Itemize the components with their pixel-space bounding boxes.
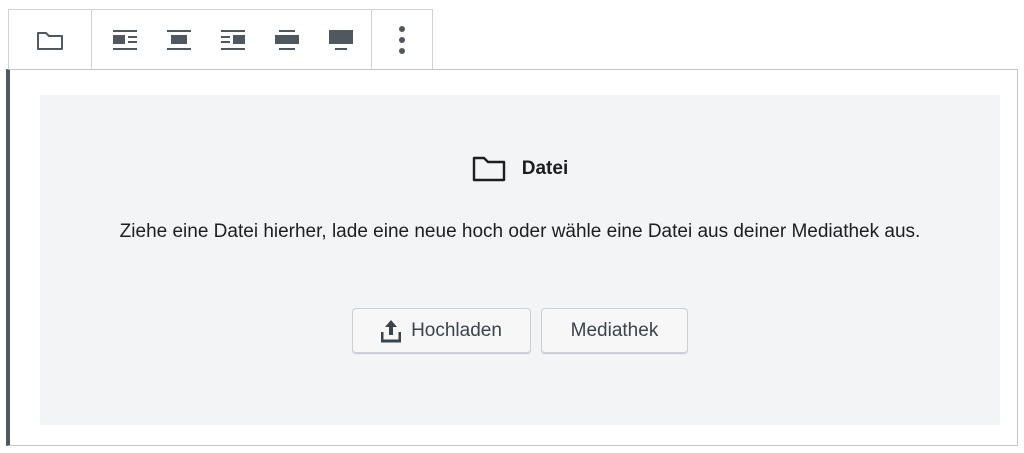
- placeholder-label: Datei: [40, 151, 1000, 187]
- folder-icon: [37, 32, 63, 50]
- block-toolbar: [8, 9, 433, 70]
- block-type-button[interactable]: [32, 22, 68, 58]
- align-right-icon: [221, 30, 245, 50]
- alignment-group: [92, 10, 372, 70]
- placeholder-actions: Hochladen Mediathek: [40, 308, 1000, 354]
- upload-icon: [381, 320, 402, 343]
- align-wide-button[interactable]: [269, 22, 305, 58]
- align-left-icon: [113, 30, 137, 50]
- media-library-label: Mediathek: [570, 320, 659, 341]
- align-full-button[interactable]: [323, 22, 359, 58]
- file-placeholder: Datei Ziehe eine Datei hierher, lade ein…: [40, 95, 1000, 425]
- block-type-group: [9, 10, 92, 70]
- align-right-button[interactable]: [215, 22, 251, 58]
- more-options-group: [372, 10, 432, 70]
- align-left-button[interactable]: [107, 22, 143, 58]
- placeholder-title: Datei: [521, 158, 569, 179]
- align-wide-icon: [275, 30, 299, 50]
- align-center-icon: [167, 30, 191, 50]
- more-options-button[interactable]: [384, 22, 420, 58]
- align-center-button[interactable]: [161, 22, 197, 58]
- placeholder-instructions: Ziehe eine Datei hierher, lade eine neue…: [119, 221, 921, 242]
- upload-label: Hochladen: [411, 320, 502, 341]
- upload-button[interactable]: Hochladen: [352, 308, 531, 354]
- more-vertical-icon: [399, 26, 405, 54]
- media-library-button[interactable]: Mediathek: [541, 308, 688, 354]
- align-full-icon: [329, 30, 353, 50]
- folder-icon: [472, 156, 505, 182]
- file-block[interactable]: Datei Ziehe eine Datei hierher, lade ein…: [6, 69, 1018, 446]
